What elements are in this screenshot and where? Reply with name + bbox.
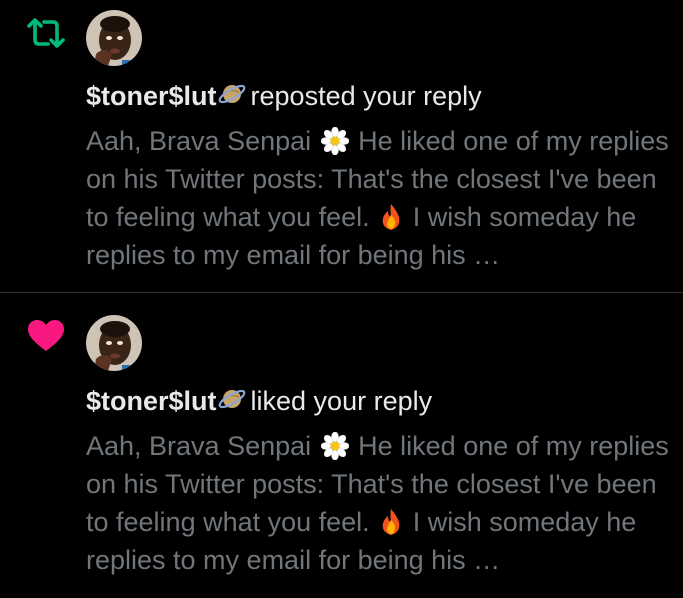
blossom-emoji bbox=[320, 127, 349, 155]
repost-icon bbox=[27, 18, 65, 48]
fire-emoji bbox=[382, 509, 400, 535]
notification-like[interactable]: $toner$lut liked your reply Aah, Brava S… bbox=[0, 293, 683, 598]
avatar[interactable] bbox=[86, 315, 142, 371]
avatar[interactable] bbox=[86, 10, 142, 66]
avatar-image bbox=[86, 315, 142, 371]
notification-headline: $toner$lut reposted your reply bbox=[86, 80, 482, 112]
heart-icon bbox=[28, 320, 64, 351]
ringed-planet-emoji bbox=[218, 389, 245, 409]
blossom-emoji bbox=[320, 432, 349, 460]
fire-emoji bbox=[382, 204, 400, 230]
ringed-planet-emoji bbox=[218, 84, 245, 104]
username-link[interactable]: $toner$lut bbox=[86, 386, 217, 416]
username-link[interactable]: $toner$lut bbox=[86, 81, 217, 111]
notification-headline: $toner$lut liked your reply bbox=[86, 385, 432, 417]
avatar-image bbox=[86, 10, 142, 66]
notification-action: liked your reply bbox=[250, 386, 433, 416]
reply-text-part: Aah, Brava Senpai bbox=[86, 431, 319, 461]
notification-action: reposted your reply bbox=[250, 81, 482, 111]
notifications-feed: $toner$lut reposted your reply Aah, Brav… bbox=[0, 0, 683, 598]
notification-repost[interactable]: $toner$lut reposted your reply Aah, Brav… bbox=[0, 0, 683, 292]
reply-text-part: Aah, Brava Senpai bbox=[86, 126, 319, 156]
reply-preview[interactable]: Aah, Brava Senpai He liked one of my rep… bbox=[86, 122, 676, 274]
reply-preview[interactable]: Aah, Brava Senpai He liked one of my rep… bbox=[86, 427, 676, 579]
